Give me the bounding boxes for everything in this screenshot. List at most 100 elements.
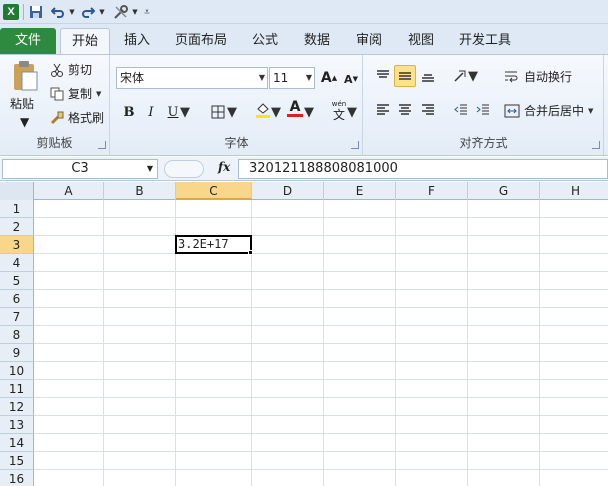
- row-header-5[interactable]: 5: [0, 272, 34, 290]
- align-left-icon[interactable]: [372, 99, 394, 121]
- row-header-14[interactable]: 14: [0, 434, 34, 452]
- font-name-dropdown-icon[interactable]: ▼: [259, 68, 265, 88]
- format-painter-button[interactable]: 格式刷: [50, 109, 104, 126]
- increase-indent-icon[interactable]: [472, 99, 494, 121]
- shrink-font-icon: A: [344, 72, 353, 86]
- redo-icon[interactable]: [80, 3, 96, 21]
- cut-button[interactable]: 剪切: [50, 61, 92, 78]
- decrease-indent-icon[interactable]: [450, 99, 472, 121]
- paste-icon[interactable]: [8, 59, 42, 93]
- row-header-15[interactable]: 15: [0, 452, 34, 470]
- column-header-b[interactable]: B: [104, 182, 176, 200]
- row-header-10[interactable]: 10: [0, 362, 34, 380]
- shrink-font-button[interactable]: A ▼: [340, 68, 362, 90]
- tab-developer[interactable]: 开发工具: [454, 28, 516, 54]
- font-name-select[interactable]: 宋体 ▼: [116, 67, 268, 89]
- redo-dropdown-icon[interactable]: ▼: [98, 3, 106, 21]
- italic-button[interactable]: I: [140, 101, 162, 123]
- borders-icon[interactable]: [207, 101, 229, 123]
- phonetic-dropdown-icon[interactable]: ▼: [347, 101, 357, 123]
- align-center-icon[interactable]: [394, 99, 416, 121]
- excel-logo: X: [3, 4, 19, 20]
- row-header-1[interactable]: 1: [0, 200, 34, 218]
- excel-logo-icon[interactable]: X: [3, 3, 19, 21]
- orientation-dropdown-icon[interactable]: ▼: [468, 65, 478, 87]
- align-bottom-icon[interactable]: [417, 65, 439, 87]
- row-header-11[interactable]: 11: [0, 380, 34, 398]
- formula-input[interactable]: 320121188808081000: [238, 159, 608, 179]
- phonetic-icon: 文: [332, 108, 345, 122]
- tab-file[interactable]: 文件: [0, 28, 56, 54]
- tab-data[interactable]: 数据: [297, 28, 337, 54]
- insert-function-icon[interactable]: fx: [218, 160, 230, 174]
- row-header-6[interactable]: 6: [0, 290, 34, 308]
- copy-label: 复制: [68, 87, 93, 101]
- customize-icon[interactable]: ⩡: [142, 3, 152, 21]
- clipboard-launcher-icon[interactable]: [98, 141, 106, 149]
- active-cell-c3[interactable]: 3.2E+17: [175, 235, 252, 254]
- paste-button[interactable]: 粘贴: [10, 95, 34, 112]
- column-header-g[interactable]: G: [468, 182, 540, 200]
- align-middle-icon[interactable]: [394, 65, 416, 87]
- column-header-d[interactable]: D: [252, 182, 324, 200]
- fill-handle[interactable]: [248, 250, 253, 255]
- font-name-value: 宋体: [120, 71, 145, 85]
- copy-dropdown-icon[interactable]: ▼: [96, 90, 101, 98]
- wrap-text-button[interactable]: 自动换行: [504, 68, 572, 85]
- grow-font-button[interactable]: A ▲: [318, 67, 340, 89]
- select-all-corner[interactable]: [0, 182, 34, 200]
- paste-dropdown-icon[interactable]: ▼: [20, 115, 29, 129]
- align-top-icon[interactable]: [372, 65, 394, 87]
- column-header-h[interactable]: H: [540, 182, 608, 200]
- underline-dropdown-icon[interactable]: ▼: [180, 101, 190, 123]
- alignment-launcher-icon[interactable]: [592, 141, 600, 149]
- row-header-2[interactable]: 2: [0, 218, 34, 236]
- copy-button[interactable]: 复制 ▼: [50, 85, 101, 102]
- row-header-8[interactable]: 8: [0, 326, 34, 344]
- tab-formulas[interactable]: 公式: [245, 28, 285, 54]
- column-header-e[interactable]: E: [324, 182, 396, 200]
- name-box-value: C3: [71, 161, 89, 176]
- tab-insert[interactable]: 插入: [116, 28, 158, 54]
- column-header-f[interactable]: F: [396, 182, 468, 200]
- row-gridline: [34, 433, 608, 434]
- tab-home[interactable]: 开始: [60, 28, 110, 54]
- spreadsheet-grid[interactable]: ABCDEFGH 1 2 3 4 5 6 7 8 9 10 11 12 13 14 15 16 3.2E+17: [0, 182, 608, 486]
- undo-icon[interactable]: [50, 3, 66, 21]
- merge-center-button[interactable]: 合并后居中 ▼: [504, 102, 593, 119]
- fill-color-dropdown-icon[interactable]: ▼: [271, 101, 281, 123]
- row-header-4[interactable]: 4: [0, 254, 34, 272]
- tools-icon[interactable]: [112, 3, 130, 21]
- font-color-dropdown-icon[interactable]: ▼: [304, 101, 314, 123]
- merge-center-icon: [504, 104, 520, 117]
- wrap-text-icon: [505, 71, 518, 82]
- merge-dropdown-icon[interactable]: ▼: [588, 107, 593, 115]
- row-header-16[interactable]: 16: [0, 470, 34, 486]
- tools-dropdown-icon[interactable]: ▼: [131, 3, 139, 21]
- tab-page-layout[interactable]: 页面布局: [170, 28, 232, 54]
- name-box-dropdown-icon[interactable]: ▼: [147, 160, 153, 178]
- font-color-button[interactable]: A: [284, 97, 306, 119]
- cut-label: 剪切: [68, 63, 93, 77]
- row-header-7[interactable]: 7: [0, 308, 34, 326]
- column-header-a[interactable]: A: [34, 182, 104, 200]
- formula-bar-resize-handle[interactable]: [164, 160, 204, 178]
- borders-dropdown-icon[interactable]: ▼: [227, 101, 237, 123]
- align-right-icon[interactable]: [417, 99, 439, 121]
- tab-review[interactable]: 审阅: [349, 28, 389, 54]
- row-gridline: [34, 325, 608, 326]
- row-header-13[interactable]: 13: [0, 416, 34, 434]
- bold-button[interactable]: B: [118, 101, 140, 123]
- font-size-dropdown-icon[interactable]: ▼: [306, 68, 312, 88]
- row-gridline: [34, 415, 608, 416]
- row-header-3[interactable]: 3: [0, 236, 34, 254]
- save-icon[interactable]: [28, 3, 44, 21]
- column-header-c[interactable]: C: [176, 182, 252, 200]
- font-size-select[interactable]: 11 ▼: [269, 67, 315, 89]
- tab-view[interactable]: 视图: [401, 28, 441, 54]
- name-box[interactable]: C3 ▼: [2, 159, 158, 179]
- row-header-9[interactable]: 9: [0, 344, 34, 362]
- font-launcher-icon[interactable]: [351, 141, 359, 149]
- undo-dropdown-icon[interactable]: ▼: [68, 3, 76, 21]
- row-header-12[interactable]: 12: [0, 398, 34, 416]
